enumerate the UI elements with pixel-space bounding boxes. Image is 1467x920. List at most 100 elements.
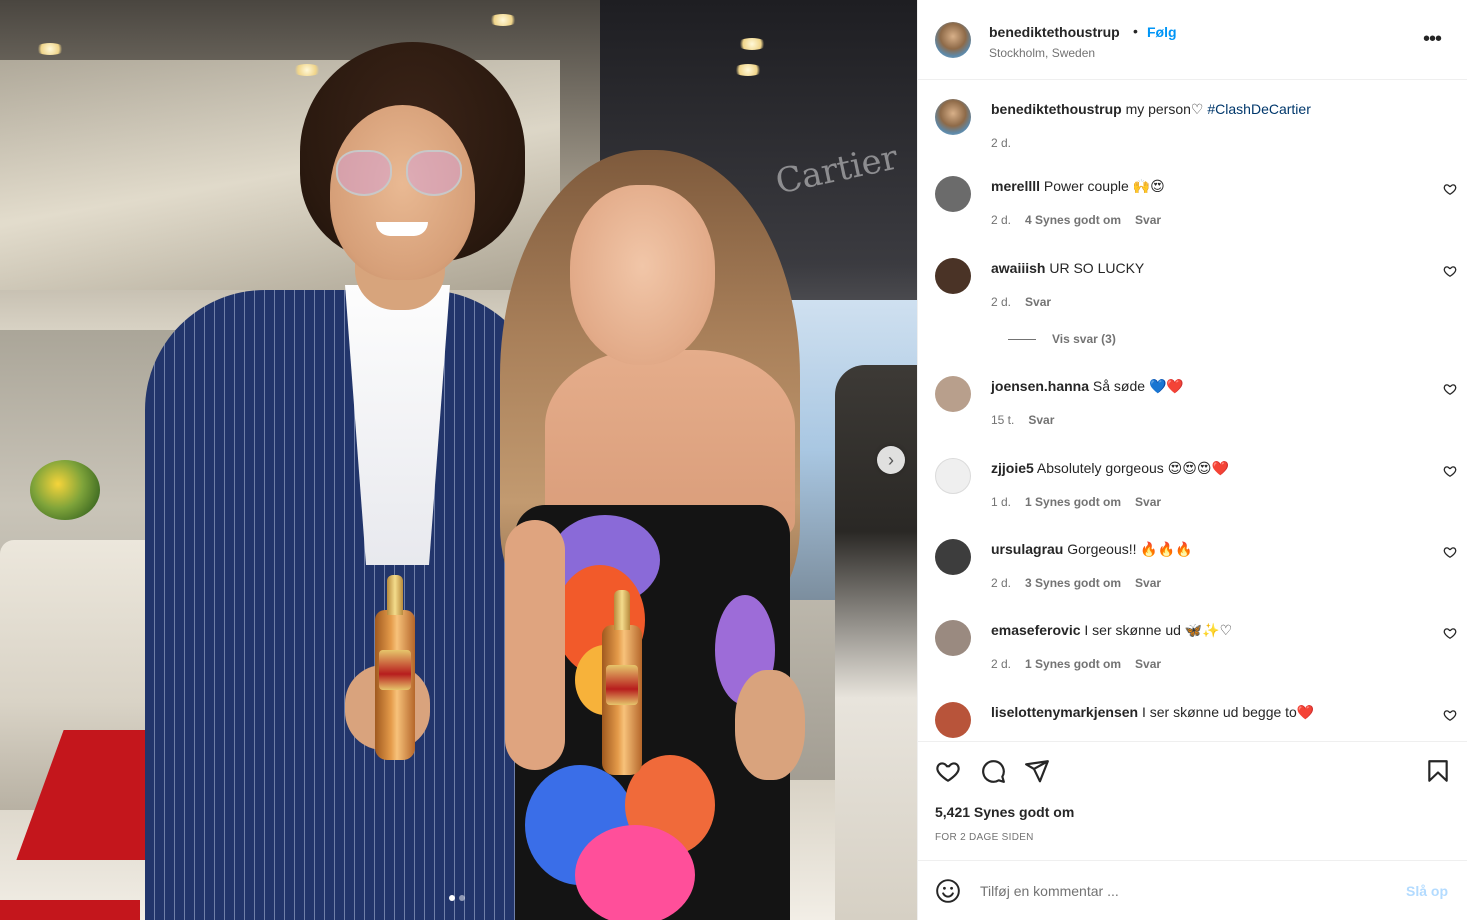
reply-button[interactable]: Svar bbox=[1028, 413, 1054, 427]
comment-like-heart-icon[interactable] bbox=[1443, 545, 1457, 559]
reply-button[interactable]: Svar bbox=[1135, 213, 1161, 227]
reply-button[interactable]: Svar bbox=[1025, 295, 1051, 309]
photo-bottle bbox=[375, 575, 415, 760]
comment-text: joensen.hanna Så søde 💙❤️ bbox=[991, 378, 1184, 395]
photo-woman-face bbox=[570, 185, 715, 365]
author-username[interactable]: benediktethoustrup bbox=[989, 24, 1120, 40]
photo-ceiling-light bbox=[488, 14, 518, 26]
comment-time: 1 d. bbox=[991, 495, 1012, 509]
comments-list[interactable]: benediktethoustrup my person♡ #ClashDeCa… bbox=[918, 81, 1467, 741]
post-location[interactable]: Stockholm, Sweden bbox=[989, 46, 1095, 60]
caption-meta: 2 d. bbox=[991, 136, 1025, 150]
comment-like-heart-icon[interactable] bbox=[1443, 182, 1457, 196]
comment-row: emaseferovic I ser skønne ud 🦋✨♡ 2 d. 1 Sy… bbox=[935, 620, 1457, 690]
comment-text: awaiiish UR SO LUCKY bbox=[991, 260, 1144, 276]
author-avatar[interactable] bbox=[935, 22, 971, 58]
comment-likes[interactable]: 4 Synes godt om bbox=[1025, 213, 1121, 227]
comment-meta: 2 d. Svar bbox=[991, 295, 1065, 309]
comment-likes[interactable]: 1 Synes godt om bbox=[1025, 495, 1121, 509]
post-header: benediktethoustrup • Følg Stockholm, Swe… bbox=[918, 0, 1467, 80]
comment-row: awaiiish UR SO LUCKY 2 d. Svar Vis svar (3) bbox=[935, 258, 1457, 346]
comment-meta: 2 d. 3 Synes godt om Svar bbox=[991, 576, 1175, 590]
comment-like-heart-icon[interactable] bbox=[1443, 626, 1457, 640]
comment-row: joensen.hanna Så søde 💙❤️ 15 t. Svar bbox=[935, 376, 1457, 446]
commenter-avatar[interactable] bbox=[935, 539, 971, 575]
comment-row: merellll Power couple 🙌😍 2 d. 4 Synes godt… bbox=[935, 176, 1457, 246]
comment-row: ursulagrau Gorgeous!! 🔥🔥🔥 2 d. 3 Synes god… bbox=[935, 539, 1457, 609]
commenter-username[interactable]: ursulagrau bbox=[991, 541, 1063, 557]
comment-body: Så søde 💙❤️ bbox=[1092, 378, 1184, 394]
comment-input[interactable] bbox=[980, 879, 1380, 903]
comment-meta: 1 d. 1 Synes godt om Svar bbox=[991, 495, 1175, 509]
carousel-dots bbox=[449, 895, 465, 901]
reply-button[interactable]: Svar bbox=[1135, 576, 1161, 590]
caption-text: benediktethoustrup my person♡ #ClashDeCa… bbox=[991, 101, 1311, 118]
comment-likes[interactable]: 3 Synes godt om bbox=[1025, 576, 1121, 590]
view-replies-button[interactable]: Vis svar (3) bbox=[1008, 332, 1116, 346]
comment-like-heart-icon[interactable] bbox=[1443, 708, 1457, 722]
commenter-username[interactable]: awaiiish bbox=[991, 260, 1045, 276]
caption-hashtag[interactable]: #ClashDeCartier bbox=[1207, 101, 1310, 117]
heart-icon[interactable] bbox=[935, 758, 961, 784]
comment-body: I ser skønne ud begge to❤️ bbox=[1141, 704, 1315, 720]
carousel-dot-active bbox=[449, 895, 455, 901]
comment-likes[interactable]: 1 Synes godt om bbox=[1025, 657, 1121, 671]
commenter-username[interactable]: zjjoie5 bbox=[991, 460, 1034, 476]
commenter-username[interactable]: emaseferovic bbox=[991, 622, 1081, 638]
comment-body: I ser skønne ud 🦋✨♡ bbox=[1084, 622, 1233, 638]
carousel-dot bbox=[459, 895, 465, 901]
send-icon[interactable] bbox=[1024, 758, 1050, 784]
comment-meta: 2 d. 1 Synes godt om Svar bbox=[991, 657, 1175, 671]
commenter-avatar[interactable] bbox=[935, 702, 971, 738]
posted-time: FOR 2 DAGE SIDEN bbox=[935, 832, 1034, 843]
next-photo-button[interactable]: › bbox=[877, 446, 905, 474]
more-horizontal-icon[interactable]: ••• bbox=[1423, 29, 1442, 49]
comment-meta: 15 t. Svar bbox=[991, 413, 1068, 427]
photo-man-suit bbox=[145, 290, 545, 920]
photo-carpet bbox=[0, 900, 140, 920]
comment-time: 2 d. bbox=[991, 213, 1012, 227]
photo-dress-flower bbox=[575, 825, 695, 920]
comment-time: 2 d. bbox=[991, 657, 1012, 671]
comment-icon[interactable] bbox=[980, 758, 1006, 784]
commenter-avatar[interactable] bbox=[935, 376, 971, 412]
comment-like-heart-icon[interactable] bbox=[1443, 382, 1457, 396]
caption-author-avatar[interactable] bbox=[935, 99, 971, 135]
comment-row: liselottenymarkjensen I ser skønne ud be… bbox=[935, 702, 1457, 741]
caption-body: my person♡ bbox=[1125, 101, 1204, 117]
commenter-username[interactable]: merellll bbox=[991, 178, 1040, 194]
bookmark-icon[interactable] bbox=[1425, 758, 1451, 784]
comment-body: Absolutely gorgeous 😍😍😍❤️ bbox=[1036, 460, 1229, 476]
comment-text: zjjoie5 Absolutely gorgeous 😍😍😍❤️ bbox=[991, 460, 1229, 477]
commenter-avatar[interactable] bbox=[935, 258, 971, 294]
comment-text: ursulagrau Gorgeous!! 🔥🔥🔥 bbox=[991, 541, 1193, 558]
commenter-avatar[interactable] bbox=[935, 458, 971, 494]
commenter-avatar[interactable] bbox=[935, 176, 971, 212]
commenter-username[interactable]: liselottenymarkjensen bbox=[991, 704, 1138, 720]
comment-like-heart-icon[interactable] bbox=[1443, 464, 1457, 478]
reply-button[interactable]: Svar bbox=[1135, 495, 1161, 509]
comment-body: Gorgeous!! 🔥🔥🔥 bbox=[1067, 541, 1193, 557]
likes-count[interactable]: 5,421 Synes godt om bbox=[935, 804, 1074, 820]
post-photo[interactable]: Cartier › bbox=[0, 0, 917, 920]
photo-man-glasses bbox=[336, 150, 464, 196]
follow-button[interactable]: Følg bbox=[1147, 24, 1177, 40]
photo-bottle bbox=[602, 590, 642, 775]
reply-button[interactable]: Svar bbox=[1135, 657, 1161, 671]
comment-meta: 2 d. 4 Synes godt om Svar bbox=[991, 213, 1175, 227]
commenter-avatar[interactable] bbox=[935, 620, 971, 656]
photo-ceiling-light bbox=[292, 64, 322, 76]
comment-time: 15 t. bbox=[991, 413, 1015, 427]
comment-text: merellll Power couple 🙌😍 bbox=[991, 178, 1165, 195]
post-details-panel: benediktethoustrup • Følg Stockholm, Swe… bbox=[917, 0, 1467, 920]
comment-like-heart-icon[interactable] bbox=[1443, 264, 1457, 278]
post-comment-button[interactable]: Slå op bbox=[1406, 883, 1448, 899]
caption-time: 2 d. bbox=[991, 136, 1012, 150]
comment-time: 2 d. bbox=[991, 295, 1012, 309]
comment-body: Power couple 🙌😍 bbox=[1043, 178, 1165, 194]
photo-ceiling-light bbox=[35, 43, 65, 55]
commenter-username[interactable]: joensen.hanna bbox=[991, 378, 1089, 394]
caption-username[interactable]: benediktethoustrup bbox=[991, 101, 1122, 117]
emoji-icon[interactable] bbox=[935, 878, 961, 904]
header-separator: • bbox=[1133, 23, 1138, 39]
